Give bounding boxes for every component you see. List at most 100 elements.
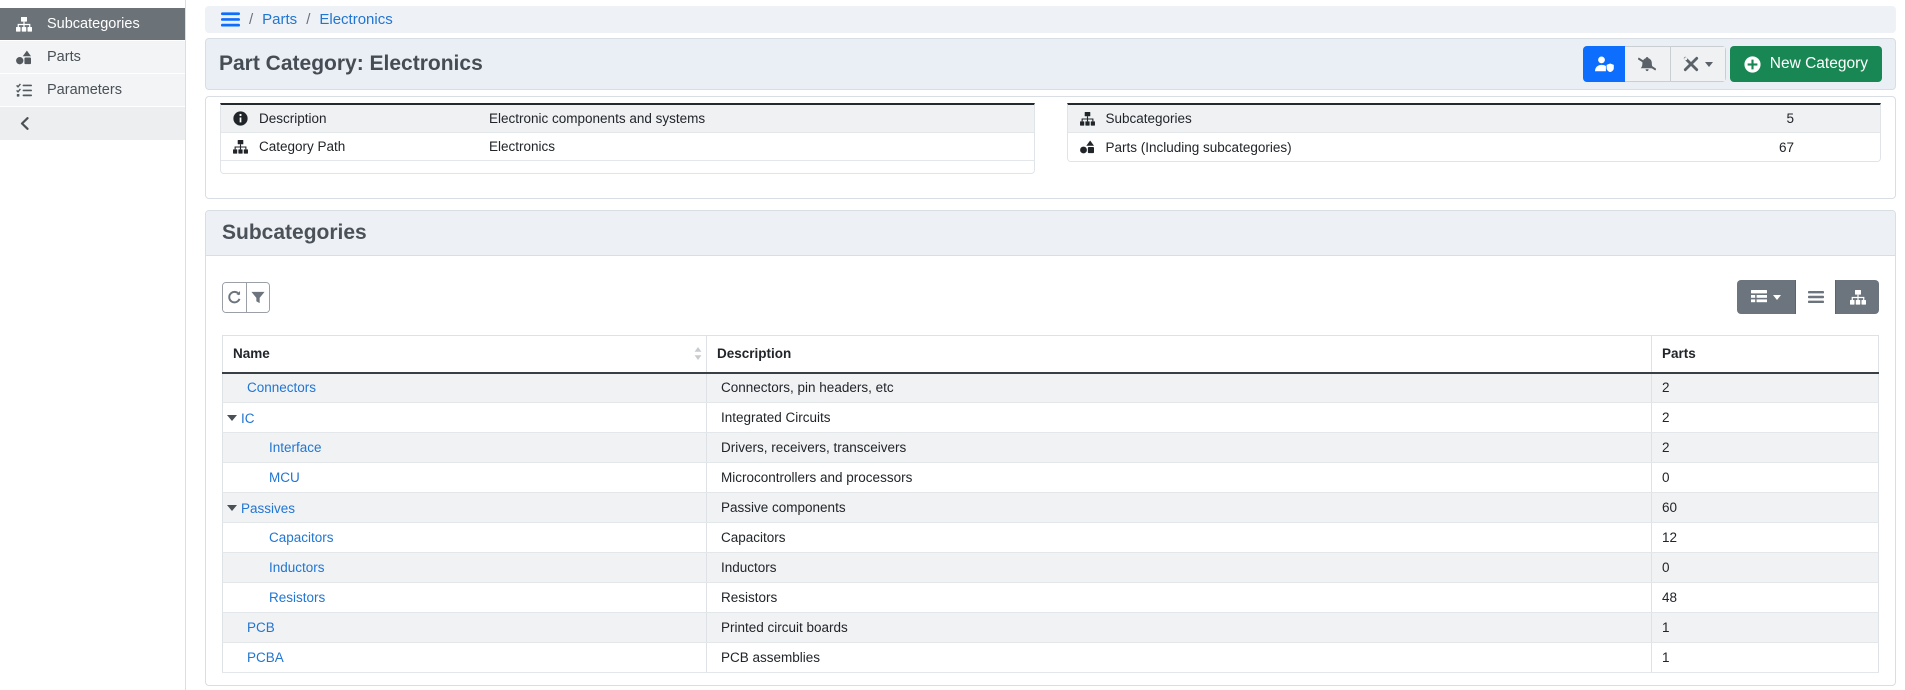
sidebar-item-parts[interactable]: Parts [0, 41, 185, 74]
subcategories-panel: Subcategories Name Description Parts Con… [205, 210, 1896, 686]
tools-dropdown-button[interactable] [1670, 46, 1726, 82]
row-parts-count: 2 [1651, 372, 1879, 403]
row-parts-count: 48 [1651, 582, 1879, 613]
category-link[interactable]: IC [241, 411, 255, 426]
subcategories-panel-body: Name Description Parts Connectors Connec… [206, 256, 1895, 673]
breadcrumb-separator: / [249, 11, 254, 28]
plus-circle-icon [1744, 55, 1761, 73]
disable-notifications-button[interactable] [1624, 46, 1671, 82]
sitemap-icon [1849, 289, 1866, 305]
header-button-group [1582, 46, 1726, 82]
table-row: Inductors Inductors 0 [222, 552, 1879, 583]
column-header-name[interactable]: Name [222, 335, 707, 374]
info-label: Description [259, 111, 327, 126]
panel-title: Subcategories [222, 221, 367, 244]
table-row: Interface Drivers, receivers, transceive… [222, 432, 1879, 463]
subcategories-table: Name Description Parts Connectors Connec… [222, 335, 1879, 673]
category-link[interactable]: Inductors [269, 560, 325, 575]
header-actions: New Category [1582, 46, 1882, 82]
table-toolbar [222, 280, 1879, 314]
chevron-left-icon [20, 117, 29, 130]
shapes-icon [15, 50, 32, 65]
column-label: Parts [1662, 346, 1696, 362]
sort-icon [694, 347, 702, 361]
sidebar-item-label: Parts [47, 49, 81, 65]
refresh-icon [227, 290, 242, 305]
column-header-description[interactable]: Description [706, 335, 1652, 374]
sitemap-icon [1068, 111, 1106, 126]
row-description: Inductors [706, 552, 1652, 583]
category-link[interactable]: PCB [247, 620, 275, 635]
row-parts-count: 1 [1651, 642, 1879, 673]
part-category-page: Subcategories Parts Parameters / Parts /… [0, 0, 1905, 690]
tree-view-button[interactable] [1835, 280, 1879, 314]
category-link[interactable]: Interface [269, 440, 322, 455]
row-parts-count: 0 [1651, 552, 1879, 583]
new-category-button[interactable]: New Category [1729, 46, 1882, 82]
row-description: Passive components [706, 492, 1652, 523]
sidebar-item-subcategories[interactable]: Subcategories [0, 8, 185, 41]
column-label: Name [233, 346, 270, 362]
row-description: Connectors, pin headers, etc [706, 372, 1652, 403]
row-description: Resistors [706, 582, 1652, 613]
info-row-description: Description Electronic components and sy… [221, 105, 1034, 133]
list-icon [1807, 291, 1824, 303]
info-label: Parts (Including subcategories) [1105, 139, 1292, 155]
category-link[interactable]: MCU [269, 470, 300, 485]
view-mode-group [1737, 280, 1879, 314]
filter-button[interactable] [246, 282, 269, 312]
table-row: Resistors Resistors 48 [222, 582, 1879, 613]
breadcrumb: / Parts / Electronics [205, 6, 1896, 33]
row-parts-count: 0 [1651, 462, 1879, 493]
row-description: Drivers, receivers, transceivers [706, 432, 1652, 463]
info-row-parts-count: Parts (Including subcategories) 67 [1067, 133, 1880, 161]
info-label: Category Path [259, 139, 346, 154]
breadcrumb-link-parts[interactable]: Parts [262, 11, 297, 28]
refresh-button[interactable] [223, 282, 246, 312]
sidebar-item-parameters[interactable]: Parameters [0, 74, 185, 107]
column-label: Description [717, 346, 792, 362]
caret-down-icon [1704, 61, 1713, 67]
refresh-filter-group [222, 281, 270, 313]
page-title: Part Category: Electronics [219, 52, 483, 75]
info-value: Electronics [489, 139, 556, 154]
collapse-caret-icon[interactable] [227, 505, 237, 512]
row-description: Integrated Circuits [706, 402, 1652, 433]
table-header-row: Name Description Parts [222, 335, 1879, 374]
table-row: Passives Passive components 60 [222, 492, 1879, 523]
sitemap-icon [15, 16, 32, 32]
breadcrumb-separator: / [306, 11, 311, 28]
menu-toggle-icon[interactable] [221, 12, 240, 27]
category-link[interactable]: Connectors [247, 380, 316, 395]
sidebar: Subcategories Parts Parameters [0, 0, 186, 690]
collapse-caret-icon[interactable] [227, 415, 237, 422]
category-link[interactable]: Resistors [269, 590, 325, 605]
category-link[interactable]: Passives [241, 501, 295, 516]
list-check-icon [15, 83, 32, 97]
sidebar-collapse-button[interactable] [0, 107, 185, 140]
info-row-category-path: Category Path Electronics [221, 133, 1034, 161]
shapes-icon [1068, 140, 1106, 154]
filter-icon [251, 291, 265, 304]
table-view-dropdown-button[interactable] [1737, 280, 1795, 314]
info-label: Subcategories [1105, 111, 1192, 126]
category-link[interactable]: PCBA [247, 650, 284, 665]
sidebar-item-label: Parameters [47, 82, 122, 98]
row-description: PCB assemblies [706, 642, 1652, 673]
new-category-label: New Category [1769, 55, 1868, 72]
permissions-button[interactable] [1582, 46, 1625, 82]
row-parts-count: 2 [1651, 432, 1879, 463]
table-row: PCB Printed circuit boards 1 [222, 612, 1879, 643]
category-link[interactable]: Capacitors [269, 530, 334, 545]
breadcrumb-link-electronics[interactable]: Electronics [319, 11, 392, 28]
row-parts-count: 2 [1651, 402, 1879, 433]
table-row: Capacitors Capacitors 12 [222, 522, 1879, 553]
list-view-button[interactable] [1795, 280, 1835, 314]
subcategories-panel-header: Subcategories [206, 211, 1895, 256]
info-value: 67 [1778, 139, 1794, 155]
category-stats-table: Subcategories 5 Parts (Including subcate… [1066, 103, 1881, 162]
sidebar-item-label: Subcategories [47, 16, 140, 32]
column-header-parts[interactable]: Parts [1651, 335, 1879, 374]
user-shield-icon [1594, 56, 1614, 72]
screwdriver-wrench-icon [1683, 56, 1699, 72]
